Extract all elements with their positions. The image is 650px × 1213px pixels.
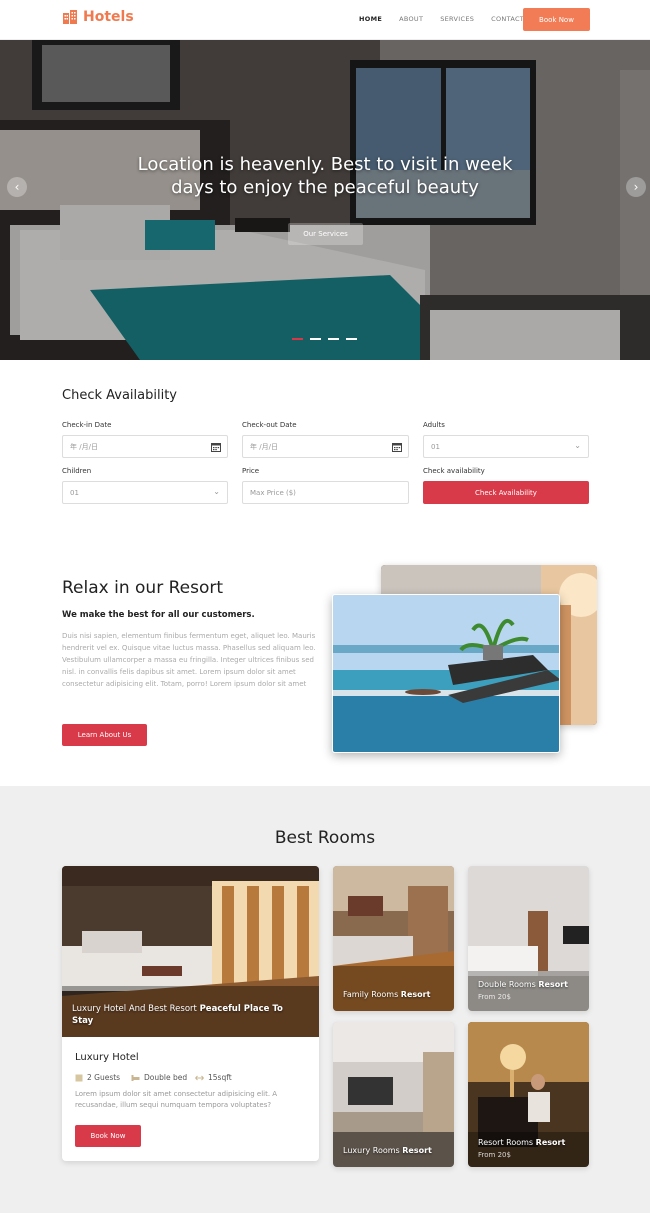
book-now-button[interactable]: Book Now [523, 8, 590, 31]
adults-value: 01 [431, 442, 440, 451]
chevron-right-icon: › [633, 180, 639, 194]
size-meta: 15sqft [195, 1073, 232, 1082]
luxury-room-caption-bold: Resort [402, 1146, 432, 1155]
room-card-family[interactable]: Family Rooms Resort [333, 866, 454, 1011]
featured-room-desc: Lorem ipsum dolor sit amet consectetur a… [75, 1090, 278, 1109]
best-rooms-title: Best Rooms [274, 828, 376, 848]
featured-caption: Luxury Hotel And Best Resort Peaceful Pl… [72, 1003, 307, 1027]
checkout-date-input[interactable]: 年 /月/日 [242, 435, 409, 458]
bed-icon [131, 1074, 140, 1081]
family-room-caption: Family Rooms Resort [343, 990, 430, 999]
adults-select[interactable]: 01 ⌄ [423, 435, 589, 458]
checkin-date-input[interactable]: 年 /月/日 [62, 435, 228, 458]
checkout-date-value: 年 /月/日 [250, 442, 278, 451]
top-navbar: Hotels HOME ABOUT SERVICES CONTACT Book … [0, 0, 650, 40]
slider-dots [292, 338, 357, 340]
room-card-resort[interactable]: Resort Rooms Resort From 20$ [468, 1022, 589, 1167]
double-room-caption-bold: Resort [538, 980, 569, 989]
chevron-left-icon: ‹ [14, 180, 20, 194]
price-label: Price [242, 467, 260, 475]
hero-title-line2: days to enjoy the peaceful beauty [171, 177, 479, 198]
bed-meta: Double bed [131, 1073, 187, 1082]
resort-title: Relax in our Resort [62, 578, 224, 598]
family-room-caption-bold: Resort [400, 990, 431, 999]
hero-title: Location is heavenly. Best to visit in w… [0, 153, 650, 199]
resort-room-caption-bold: Resort [535, 1138, 566, 1147]
size-value: 15sqft [208, 1073, 232, 1082]
double-room-price: From 20$ [478, 993, 511, 1001]
guests-meta: 2 Guests [75, 1073, 120, 1082]
nav-about[interactable]: ABOUT [399, 15, 423, 23]
calendar-icon[interactable] [211, 442, 221, 452]
featured-room-name: Luxury Hotel [75, 1052, 139, 1063]
luxury-room-caption: Luxury Rooms Resort [343, 1146, 432, 1155]
hero-slider: Location is heavenly. Best to visit in w… [0, 40, 650, 360]
resort-room-caption: Resort Rooms Resort [478, 1138, 565, 1147]
checkin-date-value: 年 /月/日 [70, 442, 98, 451]
chevron-down-icon: ⌄ [574, 441, 581, 450]
max-price-placeholder: Max Price ($) [250, 488, 296, 497]
double-room-image [468, 866, 589, 1011]
chevron-down-icon: ⌄ [213, 487, 220, 496]
bed-value: Double bed [144, 1073, 188, 1082]
nav-links: HOME ABOUT SERVICES CONTACT [359, 15, 541, 23]
nav-services[interactable]: SERVICES [440, 15, 474, 23]
learn-about-us-button[interactable]: Learn About Us [62, 724, 147, 746]
guests-icon [75, 1074, 83, 1081]
resort-subtitle: We make the best for all our customers. [62, 610, 255, 620]
featured-caption-plain: Luxury Hotel And Best Resort [72, 1004, 200, 1014]
double-room-caption: Double Rooms Resort [478, 980, 568, 989]
children-value: 01 [70, 488, 79, 497]
resort-room-caption-plain: Resort Rooms [478, 1138, 536, 1147]
slider-dot[interactable] [346, 338, 357, 340]
size-icon [195, 1075, 204, 1080]
children-select[interactable]: 01 ⌄ [62, 481, 228, 504]
checkout-label: Check-out Date [242, 421, 297, 429]
double-room-caption-plain: Double Rooms [478, 980, 539, 989]
max-price-input[interactable]: Max Price ($) [242, 481, 409, 504]
nav-contact[interactable]: CONTACT [491, 15, 524, 23]
nav-home[interactable]: HOME [359, 15, 382, 23]
hero-bedroom-image [0, 40, 650, 360]
our-services-button[interactable]: Our Services [288, 223, 363, 245]
brand-logo[interactable]: Hotels [62, 9, 134, 25]
calendar-icon[interactable] [392, 442, 402, 452]
resort-room-price: From 20$ [478, 1151, 511, 1159]
availability-title: Check Availability [62, 388, 177, 403]
adults-label: Adults [423, 421, 445, 429]
pool-image [332, 594, 560, 753]
room-card-double[interactable]: Double Rooms Resort From 20$ [468, 866, 589, 1011]
slider-dot[interactable] [328, 338, 339, 340]
children-label: Children [62, 467, 92, 475]
slider-dot[interactable] [292, 338, 303, 340]
next-slide-button[interactable]: › [626, 177, 646, 197]
hero-title-line1: Location is heavenly. Best to visit in w… [137, 154, 513, 175]
resort-body: Duis nisi sapien, elementum finibus ferm… [62, 632, 316, 688]
luxury-room-caption-plain: Luxury Rooms [343, 1146, 403, 1155]
brand-name: Hotels [83, 9, 134, 25]
featured-room-card[interactable]: Luxury Hotel And Best Resort Peaceful Pl… [62, 866, 319, 1161]
prev-slide-button[interactable]: ‹ [7, 177, 27, 197]
pool-picture [333, 595, 559, 752]
checkin-label: Check-in Date [62, 421, 112, 429]
family-room-caption-plain: Family Rooms [343, 990, 401, 999]
check-label: Check availability [423, 467, 485, 475]
featured-book-now-button[interactable]: Book Now [75, 1125, 141, 1147]
check-availability-button[interactable]: Check Availability [423, 481, 589, 504]
guests-value: 2 Guests [87, 1073, 121, 1082]
room-card-luxury[interactable]: Luxury Rooms Resort [333, 1022, 454, 1167]
building-icon [63, 10, 77, 24]
slider-dot[interactable] [310, 338, 321, 340]
